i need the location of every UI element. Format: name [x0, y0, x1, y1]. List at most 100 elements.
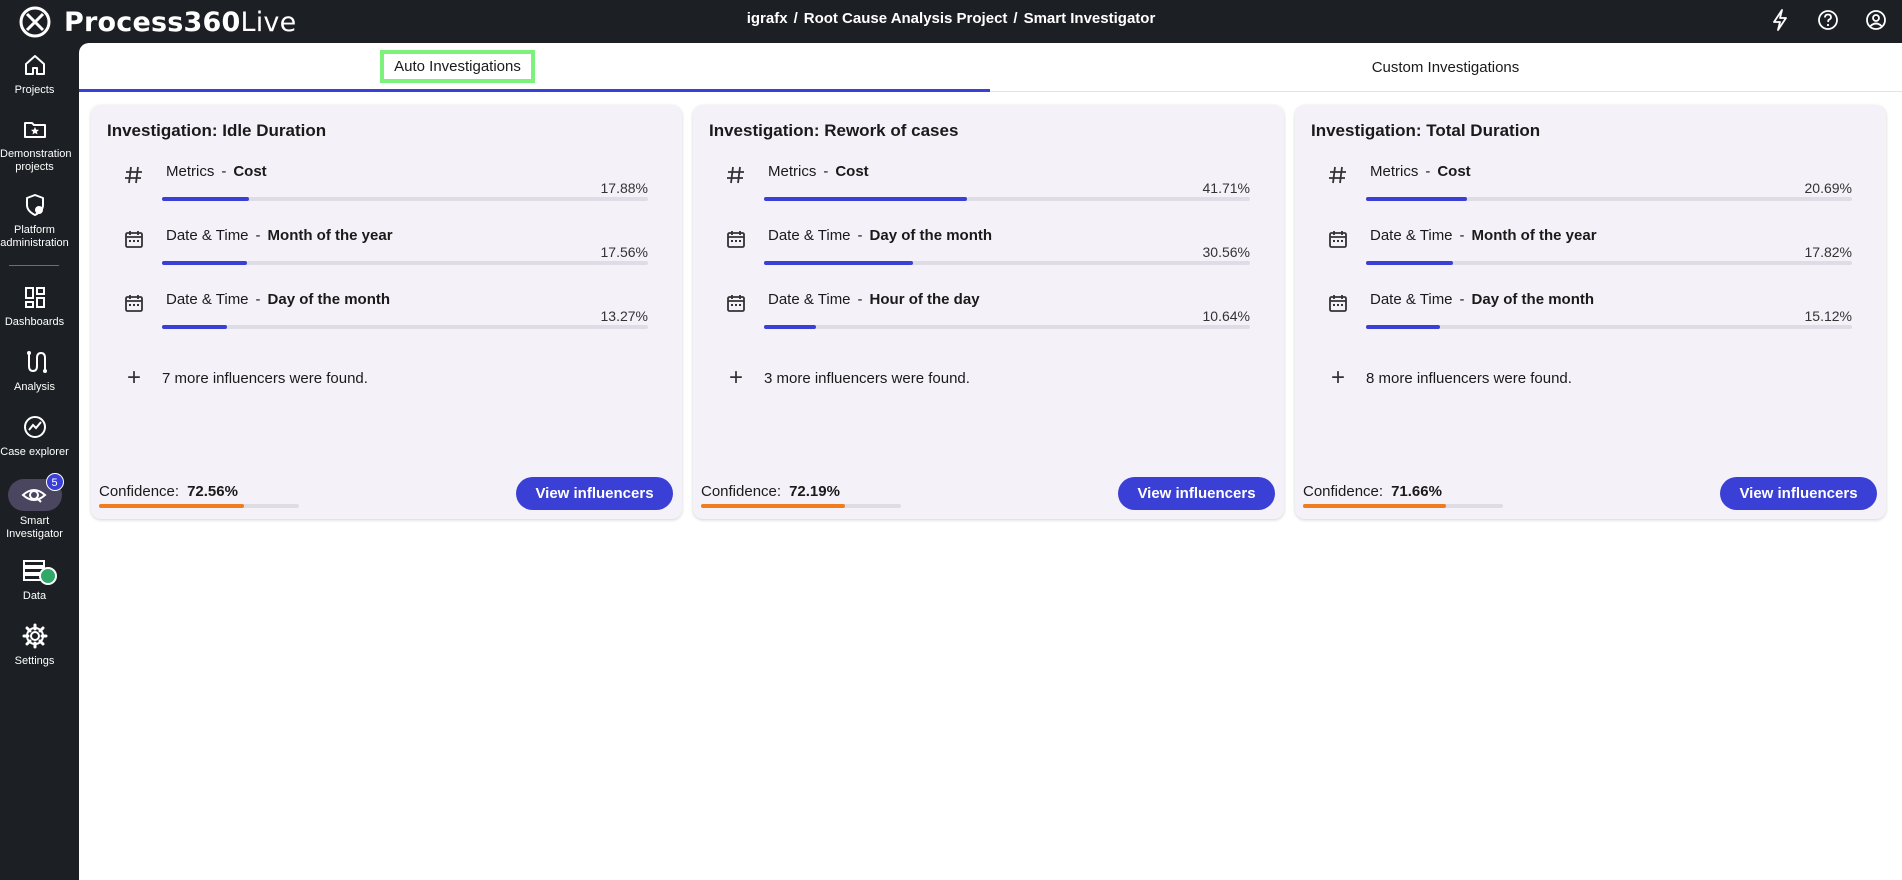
- sidebar-item-label: Projects: [14, 84, 55, 96]
- influencer-row: Metrics - Cost 41.71%: [693, 151, 1284, 211]
- influencer-bar: [1366, 197, 1852, 201]
- influencer-row: Metrics - Cost 17.88%: [91, 151, 682, 211]
- sidebar-item-platform-administration[interactable]: Platform administration: [0, 191, 69, 250]
- sidebar-item-label: Demonstration projects: [0, 148, 72, 173]
- breadcrumb-item-org[interactable]: igrafx: [747, 10, 788, 27]
- influencer-name: Cost: [1437, 163, 1471, 180]
- top-icons: [1766, 6, 1890, 34]
- more-influencers-text: 7 more influencers were found.: [162, 370, 368, 387]
- influencer-category: Metrics: [1370, 163, 1419, 180]
- top-bar: Process360Live igrafx / Root Cause Analysi…: [0, 0, 1902, 43]
- folder-star-icon: [23, 122, 46, 138]
- influencer-bar-fill: [764, 261, 913, 265]
- confidence-bar: [1303, 504, 1503, 508]
- dashboard-icon: [24, 287, 45, 308]
- calendar-icon: [725, 228, 747, 250]
- confidence-label: Confidence:: [99, 483, 180, 500]
- influencer-label: Date & Time - Day of the month: [1370, 291, 1595, 308]
- influencer-row: Date & Time - Day of the month 13.27%: [91, 279, 682, 339]
- check-status-icon: [38, 567, 57, 585]
- hash-icon: [725, 164, 747, 186]
- chart-circle-icon: [23, 416, 46, 438]
- influencer-percentage: 17.82%: [1804, 244, 1852, 260]
- influencer-category: Metrics: [166, 163, 215, 180]
- influencer-name: Month of the year: [267, 227, 393, 244]
- more-influencers: +8 more influencers were found.: [1295, 366, 1886, 397]
- influencer-label: Date & Time - Day of the month: [768, 227, 993, 244]
- influencer-name: Cost: [233, 163, 267, 180]
- gear-icon: [22, 623, 47, 649]
- notification-badge: 5: [45, 473, 64, 491]
- influencer-percentage: 17.56%: [600, 244, 648, 260]
- influencer-row: Date & Time - Day of the month 15.12%: [1295, 279, 1886, 339]
- influencer-row: Metrics - Cost 20.69%: [1295, 151, 1886, 211]
- influencer-bar-fill: [1366, 197, 1467, 201]
- investigation-title: Investigation: Total Duration: [1311, 121, 1541, 140]
- influencer-category: Date & Time: [166, 291, 249, 308]
- influencer-name: Day of the month: [1471, 291, 1595, 308]
- influencer-category: Date & Time: [768, 291, 851, 308]
- tab-auto-investigations[interactable]: Auto Investigations: [79, 43, 990, 92]
- influencer-bar-fill: [764, 197, 967, 201]
- breadcrumb-item-project[interactable]: Root Cause Analysis Project: [804, 10, 1008, 27]
- active-indicator: 5: [7, 473, 64, 511]
- sidebar-item-data[interactable]: Data: [0, 557, 69, 603]
- plus-icon: +: [126, 364, 141, 391]
- user-account-icon[interactable]: [1862, 6, 1890, 34]
- influencer-name: Hour of the day: [869, 291, 980, 308]
- calendar-icon: [123, 292, 145, 314]
- confidence-bar-fill: [701, 504, 846, 508]
- sidebar-item-settings[interactable]: Settings: [0, 622, 69, 668]
- confidence-bar: [701, 504, 901, 508]
- sidebar-item-label: Case explorer: [0, 446, 69, 458]
- influencer-bar: [764, 325, 1250, 329]
- influencer-label: Metrics - Cost: [166, 163, 267, 180]
- route-icon: [26, 351, 47, 373]
- sidebar-item-label: Data: [22, 590, 47, 602]
- influencer-name: Cost: [835, 163, 869, 180]
- sidebar-divider: [9, 265, 59, 266]
- view-influencers-button[interactable]: View influencers: [516, 477, 673, 510]
- tab-label: Auto Investigations: [380, 49, 535, 83]
- investigation-tabs: Auto Investigations Custom Investigation…: [79, 43, 1902, 92]
- investigation-card: Investigation: Idle Duration Metrics - Cost…: [91, 105, 682, 519]
- confidence-label: Confidence:: [1303, 483, 1384, 500]
- tab-custom-investigations[interactable]: Custom Investigations: [990, 43, 1901, 92]
- influencer-row: Date & Time - Day of the month 30.56%: [693, 215, 1284, 275]
- confidence-bar: [99, 504, 299, 508]
- confidence-value: 72.19%: [789, 483, 840, 500]
- breadcrumb-separator: /: [1013, 10, 1018, 27]
- help-icon[interactable]: [1814, 6, 1842, 34]
- breadcrumb: igrafx / Root Cause Analysis Project / Smart…: [0, 0, 1902, 40]
- sidebar-item-projects[interactable]: Projects: [0, 51, 69, 97]
- confidence-value: 72.56%: [187, 483, 238, 500]
- sidebar-item-demonstration-projects[interactable]: Demonstration projects: [0, 115, 72, 174]
- sidebar-item-analysis[interactable]: Analysis: [0, 348, 69, 394]
- sidebar-item-label: Settings: [14, 655, 55, 667]
- view-influencers-button[interactable]: View influencers: [1118, 477, 1275, 510]
- influencer-percentage: 41.71%: [1202, 180, 1250, 196]
- influencer-row: Date & Time - Hour of the day 10.64%: [693, 279, 1284, 339]
- sidebar-item-label: Dashboards: [4, 316, 65, 328]
- influencer-category: Date & Time: [1370, 227, 1453, 244]
- more-influencers: +3 more influencers were found.: [693, 366, 1284, 397]
- main-content: Auto Investigations Custom Investigation…: [79, 43, 1902, 880]
- lightning-icon[interactable]: [1766, 6, 1794, 34]
- confidence-bar-fill: [1303, 504, 1447, 508]
- sidebar-item-dashboards[interactable]: Dashboards: [0, 283, 69, 329]
- calendar-icon: [1327, 292, 1349, 314]
- breadcrumb-item-page: Smart Investigator: [1023, 10, 1156, 27]
- eye-search-icon: [21, 489, 46, 503]
- view-influencers-button[interactable]: View influencers: [1720, 477, 1877, 510]
- sidebar: Projects Demonstration projects Platform…: [0, 43, 79, 880]
- influencer-bar-fill: [162, 261, 248, 265]
- home-icon: [24, 55, 45, 75]
- sidebar-item-smart-investigator[interactable]: 5 Smart Investigator: [0, 473, 69, 541]
- influencer-percentage: 30.56%: [1202, 244, 1250, 260]
- influencer-name: Day of the month: [869, 227, 993, 244]
- influencer-label: Date & Time - Hour of the day: [768, 291, 980, 308]
- influencer-percentage: 10.64%: [1202, 308, 1250, 324]
- sidebar-item-case-explorer[interactable]: Case explorer: [0, 413, 69, 459]
- influencer-bar: [764, 197, 1250, 201]
- influencer-percentage: 20.69%: [1804, 180, 1852, 196]
